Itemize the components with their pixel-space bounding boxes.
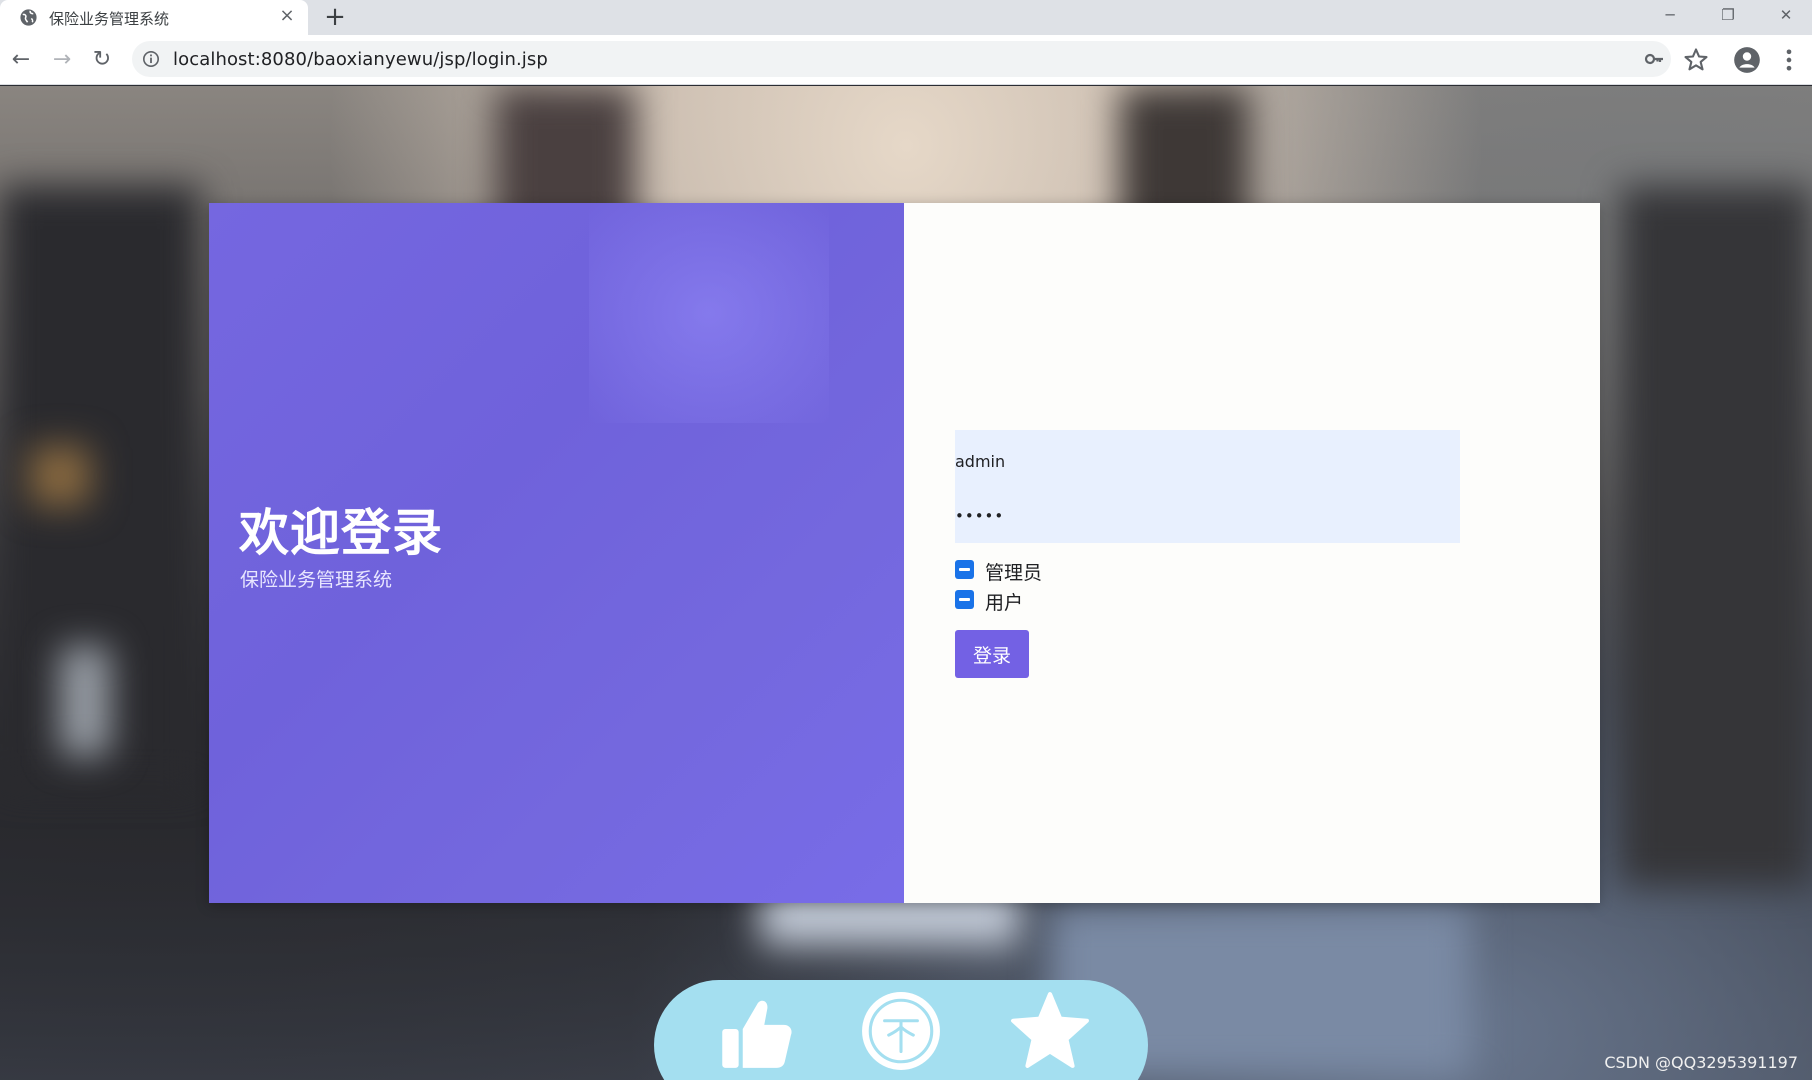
username-input[interactable] [955,446,1460,476]
star-icon[interactable] [1009,990,1091,1072]
page-viewport: 欢迎登录 保险业务管理系统 管理员 用户 登录 [0,86,1812,1080]
floating-action-bar [654,980,1148,1080]
menu-icon[interactable] [1775,46,1803,74]
welcome-panel: 欢迎登录 保险业务管理系统 [209,203,904,903]
browser-tab[interactable]: 保险业务管理系统 × [0,0,308,35]
watermark: CSDN @QQ3295391197 [1604,1053,1798,1072]
panel-sheen [589,203,829,423]
reload-button[interactable]: ↻ [87,45,117,75]
key-icon[interactable] [1642,47,1666,71]
role-user-label: 用户 [985,592,1024,614]
tab-close-button[interactable]: × [276,5,298,27]
back-button[interactable]: ← [6,45,36,75]
welcome-title: 欢迎登录 [239,504,443,562]
password-input[interactable] [955,501,1460,531]
login-card: 欢迎登录 保险业务管理系统 管理员 用户 登录 [209,203,1600,903]
credentials-box [955,430,1460,543]
new-tab-button[interactable]: + [322,3,348,31]
url-text[interactable]: localhost:8080/baoxianyewu/jsp/login.jsp [173,49,548,70]
minimize-button[interactable]: ─ [1650,2,1690,28]
profile-icon[interactable] [1733,46,1761,74]
globe-icon [20,9,37,26]
thumbs-up-icon[interactable] [712,990,794,1072]
background-shape [1620,186,1812,886]
tab-strip: 保险业务管理系统 × + ─ ❐ ✕ [0,0,1812,35]
coin-icon[interactable] [860,990,942,1072]
background-shape [30,446,90,506]
info-icon[interactable] [142,50,160,68]
role-admin-label: 管理员 [985,562,1043,584]
bookmark-star-icon[interactable] [1682,46,1710,74]
checkbox-indeterminate-icon[interactable] [955,560,974,579]
system-name: 保险业务管理系统 [240,569,393,591]
restore-button[interactable]: ❐ [1708,2,1748,28]
login-button[interactable]: 登录 [955,630,1029,678]
tab-title: 保险业务管理系统 [49,10,170,28]
background-shape [60,646,110,756]
browser-toolbar: ← → ↻ localhost:8080/baoxianyewu/jsp/log… [0,35,1812,85]
address-bar[interactable]: localhost:8080/baoxianyewu/jsp/login.jsp [132,41,1671,77]
checkbox-indeterminate-icon[interactable] [955,590,974,609]
forward-button[interactable]: → [47,45,77,75]
close-window-button[interactable]: ✕ [1766,2,1806,28]
login-form: 管理员 用户 登录 [904,203,1600,903]
